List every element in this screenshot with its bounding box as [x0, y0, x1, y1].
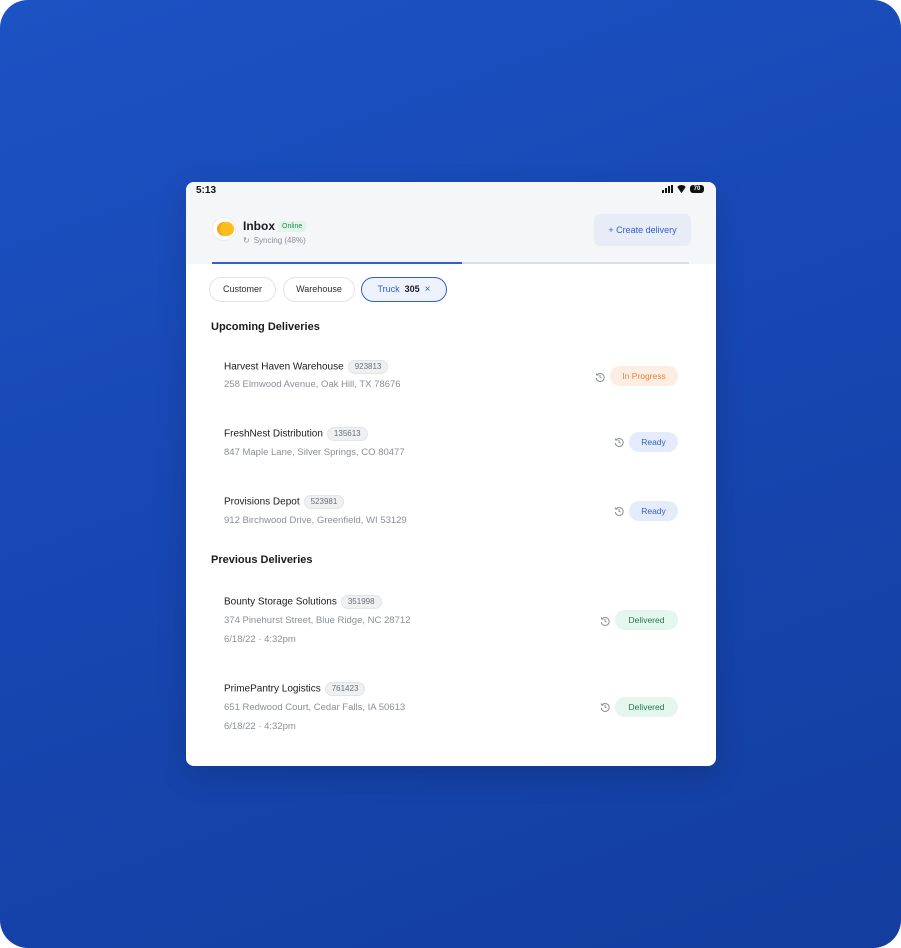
delivery-name: Provisions Depot 523981: [224, 495, 345, 509]
sync-text: Syncing (48%): [253, 236, 306, 245]
truck-filter-value: 305: [404, 284, 420, 294]
delivery-address: 374 Pinehurst Street, Blue Ridge, NC 287…: [224, 615, 411, 626]
delivery-name: FreshNest Distribution 135613: [224, 427, 368, 441]
delivery-address: 258 Elmwood Avenue, Oak Hill, TX 78676: [224, 379, 401, 390]
history-icon[interactable]: [600, 616, 610, 626]
delivery-id-tag: 351998: [340, 595, 382, 609]
status-badge: Ready: [629, 432, 678, 452]
delivery-address: 912 Birchwood Drive, Greenfield, WI 5312…: [224, 515, 407, 526]
delivery-name-text: FreshNest Distribution: [224, 428, 323, 440]
delivery-row[interactable]: Bounty Storage Solutions 351998 374 Pineh…: [224, 595, 679, 650]
status-time: 5:13: [196, 185, 217, 196]
cellular-signal-icon: [662, 185, 673, 193]
delivery-name: Bounty Storage Solutions 351998: [224, 595, 382, 609]
delivery-address: 847 Maple Lane, Silver Springs, CO 80477: [224, 447, 405, 458]
delivery-date: 6/18/22 · 4:32pm: [224, 721, 296, 732]
sync-progress-fill: [212, 262, 462, 264]
status-badge: Delivered: [615, 697, 678, 717]
battery-icon: 70: [690, 185, 704, 193]
sync-progress-track: [212, 262, 689, 264]
delivery-id-tag: 923813: [347, 360, 389, 374]
filter-chip-warehouse[interactable]: Warehouse: [283, 277, 355, 302]
delivery-address: 651 Redwood Court, Cedar Falls, IA 50613: [224, 702, 406, 713]
delivery-name: PrimePantry Logistics 761423: [224, 682, 366, 696]
filter-chip-truck[interactable]: Truck 305 ×: [361, 277, 447, 302]
online-badge: Online: [278, 221, 307, 232]
tablet-screen: 5:13 70 Inbox Online ↻ Syncing (48%) + C…: [186, 182, 716, 766]
backdrop: 5:13 70 Inbox Online ↻ Syncing (48%) + C…: [0, 0, 901, 948]
status-bar: 5:13 70: [186, 182, 716, 200]
upcoming-section-title: Upcoming Deliveries: [211, 321, 320, 333]
status-badge: In Progress: [610, 366, 678, 386]
page-title: Inbox: [243, 219, 275, 233]
delivery-name-text: Harvest Haven Warehouse: [224, 361, 344, 373]
delivery-date: 6/18/22 · 4:32pm: [224, 634, 296, 645]
sync-status: ↻ Syncing (48%): [243, 236, 306, 245]
delivery-row[interactable]: PrimePantry Logistics 761423 651 Redwood …: [224, 682, 679, 737]
delivery-name: Harvest Haven Warehouse 923813: [224, 360, 389, 374]
history-icon[interactable]: [614, 437, 624, 447]
delivery-id-tag: 135613: [326, 427, 368, 441]
previous-section-title: Previous Deliveries: [211, 554, 313, 566]
delivery-name-text: PrimePantry Logistics: [224, 683, 321, 695]
history-icon[interactable]: [614, 506, 624, 516]
delivery-id-tag: 761423: [324, 682, 366, 696]
history-icon[interactable]: [595, 372, 605, 382]
app-logo: [212, 217, 236, 241]
status-badge: Ready: [629, 501, 678, 521]
system-indicators: 70: [662, 185, 704, 193]
filter-chip-customer[interactable]: Customer: [209, 277, 276, 302]
history-icon[interactable]: [600, 702, 610, 712]
sync-icon: ↻: [243, 236, 250, 245]
delivery-row[interactable]: FreshNest Distribution 135613 847 Maple L…: [224, 427, 679, 463]
truck-filter-label: Truck: [377, 284, 400, 294]
wifi-icon: [676, 185, 687, 193]
delivery-row[interactable]: Harvest Haven Warehouse 923813 258 Elmwoo…: [224, 360, 679, 396]
delivery-id-tag: 523981: [303, 495, 345, 509]
delivery-row[interactable]: Provisions Depot 523981 912 Birchwood Dri…: [224, 495, 679, 531]
create-delivery-button[interactable]: + Create delivery: [594, 214, 691, 246]
close-icon[interactable]: ×: [425, 278, 431, 301]
delivery-name-text: Provisions Depot: [224, 496, 300, 508]
status-badge: Delivered: [615, 610, 678, 630]
delivery-name-text: Bounty Storage Solutions: [224, 596, 337, 608]
